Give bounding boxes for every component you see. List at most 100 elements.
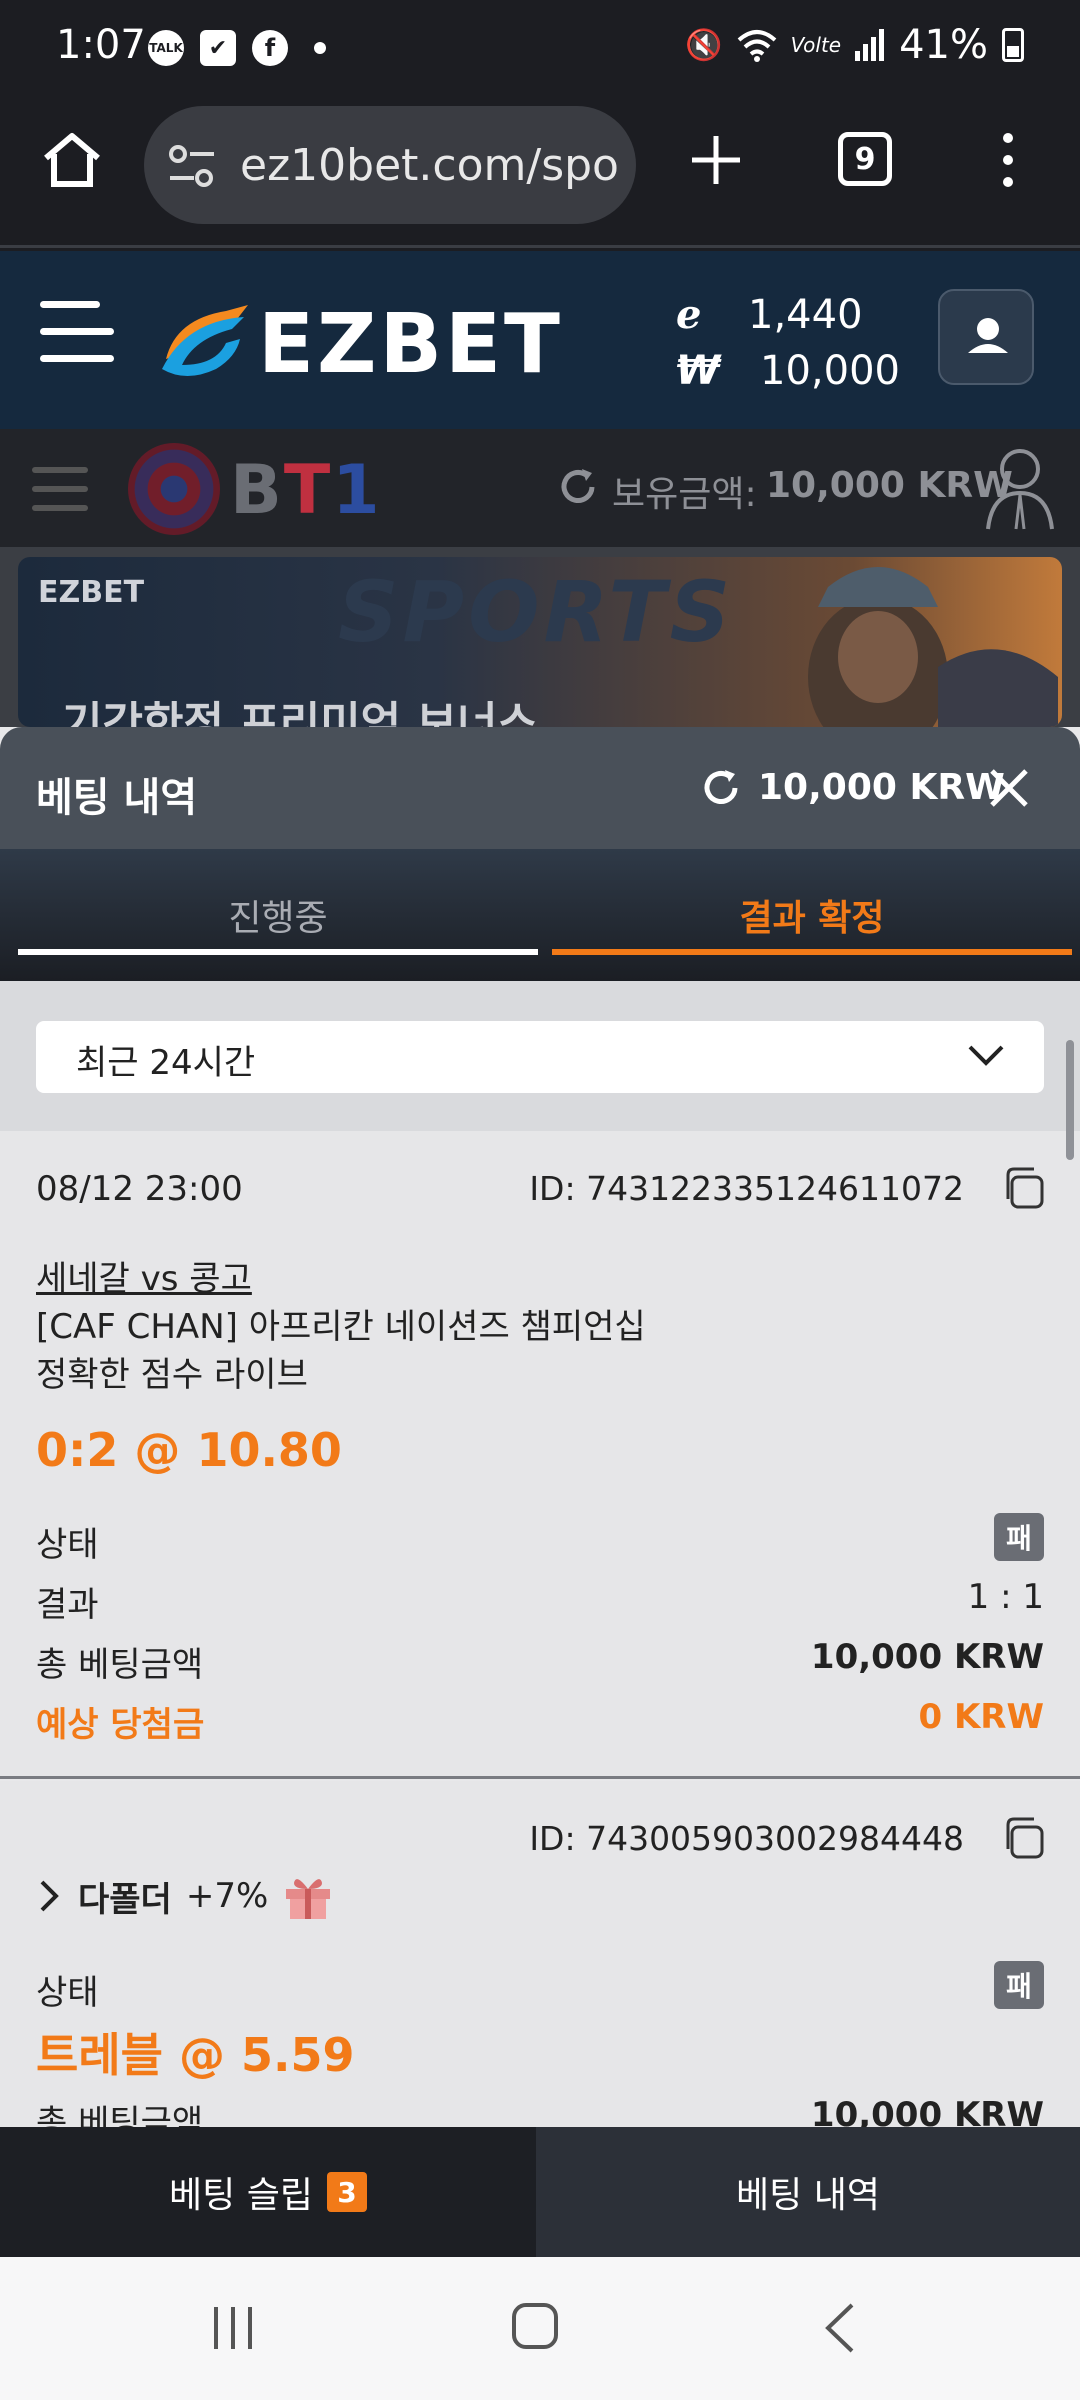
- checkbox-app-icon: ✔: [200, 30, 236, 66]
- wifi-icon: [737, 30, 776, 62]
- parlay-toggle[interactable]: 다폴더 +7%: [36, 1871, 334, 1921]
- parlay-bonus: +7%: [185, 1876, 269, 1916]
- result-label: 결과: [36, 1585, 99, 1625]
- account-icon[interactable]: [984, 445, 1056, 531]
- payout-value: 0 KRW: [918, 1697, 1044, 1737]
- bottom-nav: 베팅 슬립 3 베팅 내역: [0, 2127, 1080, 2257]
- won-icon: ₩: [676, 348, 721, 394]
- points-icon: ℯ: [676, 292, 702, 338]
- refresh-balance-icon[interactable]: [556, 465, 600, 509]
- bet-slip-button[interactable]: 베팅 슬립 3: [0, 2127, 536, 2257]
- result-value: 1 : 1: [967, 1577, 1044, 1617]
- market-name: 정확한 점수 라이브: [36, 1355, 308, 1395]
- banner-sports-text: SPORTS: [338, 563, 735, 661]
- mute-icon: 🔇: [685, 27, 723, 63]
- system-indicators: 🔇 Volte 41%: [685, 22, 1024, 68]
- status-badge: 패: [994, 1961, 1044, 2009]
- status-tabs: 진행중 결과 확정: [0, 849, 1080, 981]
- stake-value: 10,000 KRW: [810, 2095, 1044, 2127]
- more-menu-icon[interactable]: [996, 130, 1020, 190]
- cash-value: 10,000: [760, 348, 900, 394]
- refresh-icon[interactable]: [700, 767, 742, 809]
- back-icon[interactable]: [820, 2301, 860, 2355]
- match-link[interactable]: 세네갈 vs 콩고: [36, 1251, 252, 1300]
- period-select[interactable]: 최근 24시간: [36, 1021, 1044, 1093]
- promo-banner-area: EZBET SPORTS 기간한정 프리미엄 보너스: [0, 547, 1080, 727]
- points-value: 1,440: [748, 292, 863, 338]
- user-icon: [968, 318, 1008, 353]
- period-select-value: 최근 24시간: [76, 1043, 256, 1083]
- gift-icon: [286, 1879, 331, 1919]
- league-name: [CAF CHAN] 아프리칸 네이션즈 챔피언십: [36, 1307, 646, 1347]
- profile-button[interactable]: [938, 289, 1034, 385]
- promo-banner[interactable]: EZBET SPORTS 기간한정 프리미엄 보너스: [18, 557, 1062, 727]
- bet-slip-count: 3: [326, 2172, 367, 2212]
- bt1-logo-icon: [128, 443, 220, 535]
- tab-switcher-button[interactable]: 9: [838, 132, 892, 186]
- status-label: 상태: [36, 1973, 99, 2013]
- wallet-balance: ℯ 1,440 ₩10,000: [676, 287, 900, 399]
- bet-card: ID: 743005903002984448 다폴더 +7% 상태 패 트레블 …: [0, 1781, 1080, 2127]
- sheet-header: 베팅 내역 10,000 KRW: [0, 727, 1080, 849]
- ezbet-logo-text[interactable]: EZBET: [258, 297, 563, 392]
- status-badge: 패: [994, 1513, 1044, 1561]
- battery-icon: [1002, 28, 1024, 62]
- bet-card: 08/12 23:00 ID: 743122335124611072 세네갈 v…: [0, 1131, 1080, 1779]
- clock: 1:07: [56, 22, 146, 68]
- stake-label: 총 베팅금액: [36, 1645, 204, 1685]
- bet-date: 08/12 23:00: [36, 1169, 243, 1209]
- balance-label: 보유금액:: [612, 474, 757, 515]
- system-nav-bar: [0, 2257, 1080, 2400]
- banner-brand: EZBET: [38, 575, 145, 610]
- bet-history-button[interactable]: 베팅 내역: [536, 2127, 1080, 2257]
- chevron-right-icon: [40, 1880, 59, 1912]
- banner-player-image: [808, 567, 1058, 727]
- home-nav-icon[interactable]: [510, 2301, 560, 2351]
- bet-pick: 0:2 @ 10.80: [36, 1423, 342, 1477]
- bet-pick: 트레블 @ 5.59: [36, 2028, 355, 2082]
- recent-apps-icon[interactable]: [208, 2303, 258, 2353]
- ezbet-logo-icon: [162, 305, 248, 376]
- stake-label: 총 베팅금액: [36, 2103, 204, 2127]
- new-tab-icon[interactable]: [690, 134, 742, 186]
- status-label: 상태: [36, 1525, 99, 1565]
- facebook-icon: f: [252, 30, 288, 66]
- close-icon[interactable]: [988, 767, 1030, 809]
- site-header: EZBET ℯ 1,440 ₩10,000: [0, 251, 1080, 429]
- balance-value: 10,000 KRW: [766, 465, 1013, 506]
- status-bar: 1:07 TALK ✔ f 🔇 Volte 41%: [0, 0, 1080, 100]
- bet-slip-label: 베팅 슬립: [169, 2175, 313, 2216]
- more-notifications-dot: [314, 42, 326, 54]
- bet-history-label: 베팅 내역: [736, 2175, 880, 2216]
- banner-headline: 기간한정 프리미엄 보너스: [62, 698, 538, 727]
- browser-toolbar: ez10bet.com/spo 9: [0, 100, 1080, 248]
- notification-icons: TALK ✔ f: [148, 30, 326, 66]
- address-bar[interactable]: ez10bet.com/spo: [144, 106, 636, 224]
- provider-menu-icon[interactable]: [32, 467, 88, 511]
- home-icon[interactable]: [40, 128, 104, 192]
- sheet-title: 베팅 내역: [36, 775, 198, 821]
- volte-indicator: Volte: [790, 33, 842, 57]
- parlay-label: 다폴더: [78, 1879, 172, 1920]
- sheet-balance: 10,000 KRW: [758, 767, 1005, 808]
- kakaotalk-icon: TALK: [148, 30, 184, 66]
- stake-value: 10,000 KRW: [810, 1637, 1044, 1677]
- url-text[interactable]: ez10bet.com/spo: [240, 140, 630, 191]
- bt1-logo-text: BT1: [230, 451, 382, 530]
- bet-id: ID: 743122335124611072: [529, 1169, 964, 1208]
- site-settings-icon[interactable]: [168, 144, 216, 188]
- copy-icon[interactable]: [1000, 1165, 1046, 1211]
- site-menu-icon[interactable]: [40, 301, 114, 371]
- payout-label: 예상 당첨금: [36, 1705, 205, 1745]
- chevron-down-icon: [968, 1045, 1004, 1066]
- copy-icon[interactable]: [1000, 1815, 1046, 1861]
- battery-percent: 41%: [899, 22, 988, 68]
- signal-icon: [855, 29, 885, 61]
- bet-history-sheet: 베팅 내역 10,000 KRW 진행중 결과 확정 최근 24시간 08/12…: [0, 727, 1080, 2127]
- filter-area: 최근 24시간: [0, 981, 1080, 1131]
- bet-id: ID: 743005903002984448: [529, 1819, 964, 1858]
- tab-in-progress[interactable]: 진행중: [18, 849, 538, 955]
- tab-settled[interactable]: 결과 확정: [552, 849, 1072, 955]
- provider-bar: BT1 보유금액: 10,000 KRW: [0, 429, 1080, 547]
- page-scrollbar[interactable]: [1066, 1040, 1074, 1160]
